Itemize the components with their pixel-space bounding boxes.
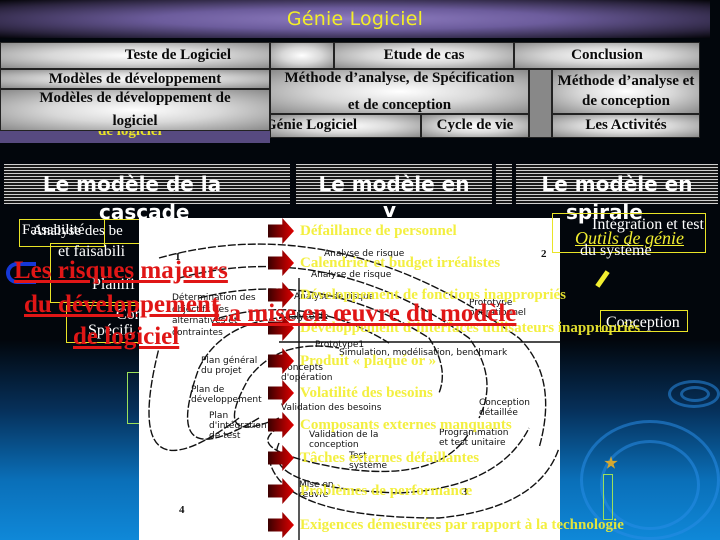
- risk-item-text: Défaillance de personnel: [300, 222, 457, 239]
- risk-item: Tâches externes défaillantes: [268, 445, 479, 471]
- red-arrow-icon: [268, 445, 294, 471]
- red-arrow-icon: [268, 512, 294, 538]
- menu-conclusion[interactable]: Conclusion: [514, 42, 700, 69]
- decoration-stripes: [496, 164, 512, 204]
- implementation-title[interactable]: La mise en œuvre du modèle: [212, 301, 516, 326]
- menu-label: Méthode d’analyse, de Spécification et d…: [284, 70, 515, 113]
- risks-title-line2[interactable]: du développement: [24, 292, 219, 317]
- risk-item: Défaillance de personnel: [268, 218, 457, 244]
- red-arrow-icon: [268, 380, 294, 406]
- section-title-text: Le modèle en: [541, 172, 693, 196]
- risk-item: Produit « plaqué or »: [268, 348, 436, 374]
- ripple-decoration: [680, 386, 710, 402]
- menu-modeles-developpement-1[interactable]: Modèles de développement: [0, 69, 270, 89]
- menu-teste-de-logiciel[interactable]: Teste de Logiciel: [0, 42, 270, 69]
- red-arrow-icon: [268, 218, 294, 244]
- red-arrow-icon: [268, 478, 294, 504]
- risk-item: Exigences démesurées par rapport à la te…: [268, 512, 624, 538]
- page-title: Génie Logiciel: [286, 8, 424, 30]
- menu-label: Génie Logiciel: [270, 117, 358, 134]
- menu-les-activites[interactable]: Les Activités: [552, 114, 700, 138]
- spiral-label: Plan de développement: [191, 385, 262, 405]
- quadrant-number: 4: [179, 504, 185, 516]
- menu-label: Méthode d’analyse et de conception: [557, 73, 695, 109]
- menu-label: Teste de Logiciel: [124, 46, 231, 63]
- risk-item-text: Calendrier et budget irréalistes: [300, 254, 501, 271]
- section-title-cascade[interactable]: Le modèle de la: [4, 164, 260, 204]
- menu-label: Les Activités: [585, 117, 667, 134]
- section-title-text: Le modèle de la: [42, 172, 222, 196]
- red-arrow-icon: [268, 412, 294, 438]
- menu-methode-analyse-specification[interactable]: Méthode d’analyse, de Spécification et d…: [270, 69, 529, 114]
- risk-item: Volatilité des besoins: [268, 380, 433, 406]
- risk-item-text: Tâches externes défaillantes: [300, 449, 480, 466]
- menu-spacer: [529, 69, 552, 138]
- yellow-pointer: [595, 270, 610, 288]
- section-title-text: Le modèle en: [318, 172, 470, 196]
- menu-blank: [270, 42, 334, 69]
- title-bar: Génie Logiciel: [0, 0, 710, 38]
- menu-label: Modèles de développement de logiciel: [39, 89, 231, 129]
- menu-cycle-de-vie[interactable]: Cycle de vie: [421, 114, 529, 138]
- spiral-box-label: du système: [580, 242, 652, 259]
- menu-modeles-developpement-logiciel[interactable]: Modèles de développement de logiciel: [0, 89, 270, 131]
- menu-etude-de-cas[interactable]: Etude de cas: [334, 42, 514, 69]
- risks-title-line3[interactable]: de logiciel: [73, 324, 179, 349]
- risk-item: Calendrier et budget irréalistes: [268, 250, 500, 276]
- menu-methode-analyse-conception[interactable]: Méthode d’analyse et de conception: [552, 69, 700, 114]
- menu-label: Modèles de développement: [48, 71, 222, 87]
- menu-label: Etude de cas: [383, 46, 465, 63]
- risk-item-text: Problèmes de performance: [300, 482, 473, 499]
- decoration-stripes: [260, 164, 290, 204]
- menu-genie-logiciel[interactable]: Génie Logiciel: [270, 114, 421, 138]
- risk-item-text: Exigences démesurées par rapport à la te…: [300, 516, 624, 533]
- risk-item-text: Volatilité des besoins: [300, 384, 433, 401]
- menu-label: Conclusion: [571, 46, 643, 63]
- menu-label: Cycle de vie: [436, 117, 514, 134]
- quadrant-number: 2: [541, 248, 547, 260]
- risks-title-line1[interactable]: Les risques majeurs: [14, 258, 228, 283]
- risk-item-text: Produit « plaqué or »: [300, 352, 437, 369]
- menu-label: de logiciel: [98, 131, 162, 139]
- risk-item: Composants externes manquants: [268, 412, 512, 438]
- red-arrow-icon: [268, 348, 294, 374]
- section-title-spiral[interactable]: Le modèle en: [516, 164, 718, 204]
- spiral-label: Plan général du projet: [201, 356, 258, 376]
- red-arrow-icon: [268, 250, 294, 276]
- risk-item-text: Composants externes manquants: [300, 416, 512, 433]
- hidden-menu-item[interactable]: de logiciel: [0, 131, 270, 143]
- risk-item: Problèmes de performance: [268, 478, 472, 504]
